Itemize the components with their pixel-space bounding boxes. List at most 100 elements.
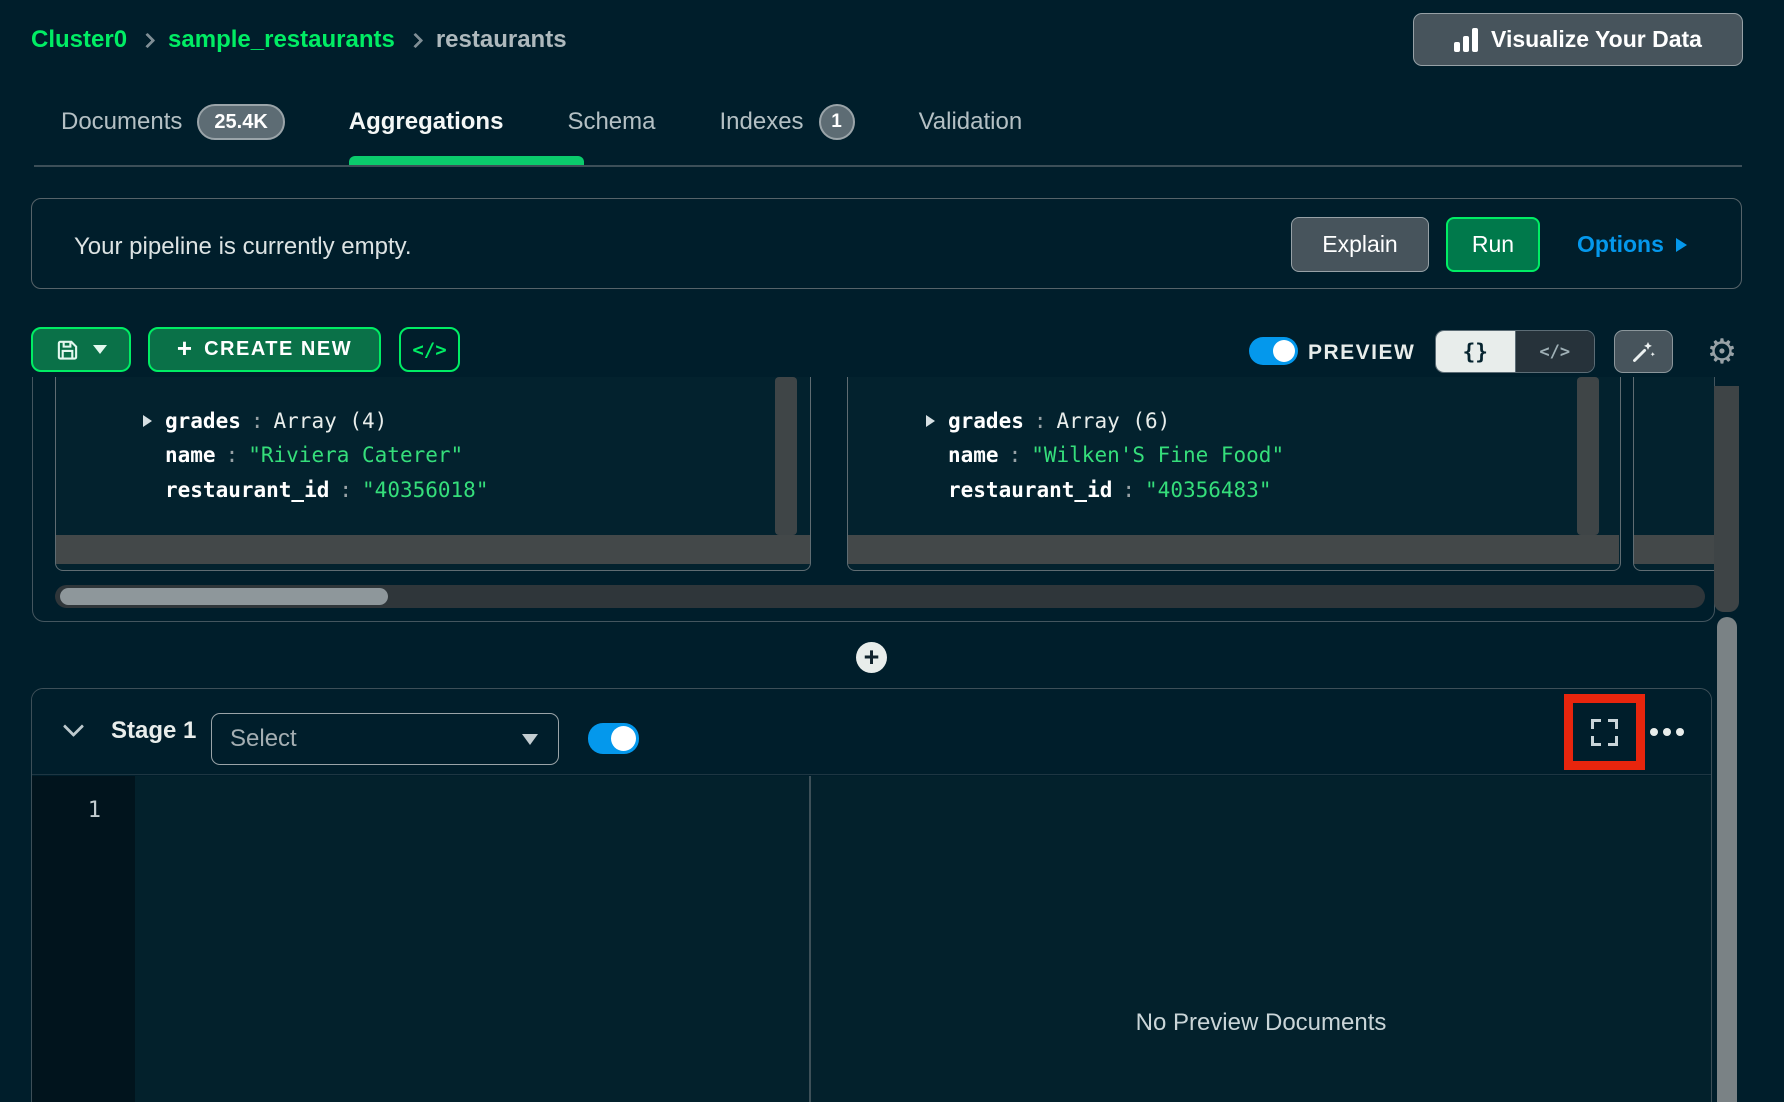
preview-toggle-label: PREVIEW <box>1308 341 1415 365</box>
visualize-button-label: Visualize Your Data <box>1491 26 1702 53</box>
page-scrollbar-thumb[interactable] <box>1717 617 1737 1102</box>
expand-arrow-icon[interactable] <box>926 415 935 427</box>
field-key: name <box>165 443 216 467</box>
chevron-down-icon <box>522 734 538 745</box>
horizontal-scrollbar-thumb[interactable] <box>60 588 388 605</box>
no-preview-documents-message: No Preview Documents <box>811 1009 1711 1037</box>
field-value: "Wilken'S Fine Food" <box>1031 443 1284 467</box>
options-label: Options <box>1577 231 1664 258</box>
card-footer <box>1634 535 1715 564</box>
collapse-stage-chevron-icon[interactable] <box>65 719 82 736</box>
field-separator: : <box>1009 443 1022 467</box>
chevron-down-icon <box>93 345 107 354</box>
pipeline-preview-area: grades : Array (4) name : "Riviera Cater… <box>32 377 1715 622</box>
add-stage-button[interactable]: + <box>856 642 887 673</box>
line-number: 1 <box>88 798 101 823</box>
export-to-language-button[interactable]: </> <box>399 327 460 372</box>
tab-documents-label: Documents <box>61 108 182 136</box>
fullscreen-button[interactable] <box>1591 719 1618 746</box>
documents-count-badge: 25.4K <box>197 104 284 140</box>
chevron-right-icon <box>408 32 424 48</box>
tab-validation[interactable]: Validation <box>919 108 1023 136</box>
stage-operator-select[interactable]: Select <box>211 713 559 765</box>
tab-indexes[interactable]: Indexes 1 <box>720 104 855 140</box>
field-separator: : <box>1034 409 1047 433</box>
breadcrumb: Cluster0 sample_restaurants restaurants <box>31 20 567 60</box>
tab-schema[interactable]: Schema <box>567 108 655 136</box>
document-field-row: restaurant_id : "40356483" <box>948 476 1271 504</box>
triangle-right-icon <box>1676 238 1687 252</box>
card-scrollbar[interactable] <box>775 377 797 535</box>
field-separator: : <box>251 409 264 433</box>
preview-toggle[interactable] <box>1249 337 1298 365</box>
card-footer <box>56 535 810 564</box>
builder-view-button[interactable]: {} <box>1436 331 1515 372</box>
collection-tabs: Documents 25.4K Aggregations Schema Inde… <box>61 97 1086 147</box>
gear-icon: ⚙ <box>1707 332 1737 372</box>
stage-enabled-toggle[interactable] <box>588 723 639 754</box>
tab-aggregations[interactable]: Aggregations <box>349 108 504 136</box>
stage-card: Stage 1 Select 1 No Preview Docum <box>31 688 1712 1102</box>
field-value: "Riviera Caterer" <box>248 443 463 467</box>
tab-aggregations-label: Aggregations <box>349 108 504 136</box>
clipped-card-scrollbar <box>1714 386 1739 612</box>
pipeline-empty-message: Your pipeline is currently empty. <box>74 233 412 261</box>
field-separator: : <box>1122 478 1135 502</box>
ai-wand-button[interactable] <box>1614 330 1673 373</box>
toggle-knob <box>611 726 636 751</box>
stage-code-input[interactable] <box>135 776 809 1102</box>
breadcrumb-cluster-link[interactable]: Cluster0 <box>31 26 127 54</box>
visualize-your-data-button[interactable]: Visualize Your Data <box>1413 13 1743 66</box>
toggle-knob <box>1273 340 1295 362</box>
field-value: Array (6) <box>1057 409 1171 433</box>
tab-indexes-label: Indexes <box>720 108 804 136</box>
editor-line-number-gutter: 1 <box>32 776 135 1102</box>
code-icon: </> <box>412 339 446 361</box>
tab-documents[interactable]: Documents 25.4K <box>61 104 285 140</box>
preview-mode-segmented-control: {} </> <box>1435 330 1595 373</box>
ellipsis-icon <box>1650 728 1658 736</box>
text-view-button[interactable]: </> <box>1515 331 1595 372</box>
field-key: name <box>948 443 999 467</box>
red-highlight-annotation <box>1564 694 1645 770</box>
create-new-button[interactable]: + CREATE NEW <box>148 327 381 372</box>
create-new-label: CREATE NEW <box>204 338 352 361</box>
plus-icon: + <box>864 644 880 671</box>
document-field-row: grades : Array (4) <box>143 407 387 435</box>
stage-title: Stage 1 <box>111 717 196 745</box>
magic-wand-icon <box>1630 338 1657 365</box>
options-button[interactable]: Options <box>1577 217 1687 272</box>
field-key: restaurant_id <box>165 478 329 502</box>
settings-button[interactable]: ⚙ <box>1700 330 1744 373</box>
breadcrumb-collection-current: restaurants <box>436 26 567 54</box>
save-icon <box>56 338 79 361</box>
stage-more-options-button[interactable] <box>1650 719 1696 745</box>
explain-button[interactable]: Explain <box>1291 217 1429 272</box>
document-field-row: restaurant_id : "40356018" <box>165 476 488 504</box>
tab-schema-label: Schema <box>567 108 655 136</box>
tabs-divider <box>34 165 1742 167</box>
field-key: restaurant_id <box>948 478 1112 502</box>
field-key: grades <box>948 409 1024 433</box>
stage-preview-pane: No Preview Documents <box>811 776 1711 1102</box>
field-value: "40356483" <box>1145 478 1271 502</box>
stage-operator-value: Select <box>230 725 297 753</box>
card-scrollbar[interactable] <box>1577 377 1599 535</box>
plus-icon: + <box>177 335 192 361</box>
chevron-right-icon <box>140 32 156 48</box>
field-separator: : <box>339 478 352 502</box>
expand-arrow-icon[interactable] <box>143 415 152 427</box>
bar-chart-icon <box>1454 28 1478 52</box>
stage-header: Stage 1 Select <box>32 689 1711 775</box>
stage-editor: 1 No Preview Documents <box>32 776 1711 1102</box>
field-value: "40356018" <box>362 478 488 502</box>
run-button[interactable]: Run <box>1446 217 1540 272</box>
tab-validation-label: Validation <box>919 108 1023 136</box>
save-pipeline-dropdown-button[interactable] <box>31 327 131 372</box>
field-value: Array (4) <box>274 409 388 433</box>
field-key: grades <box>165 409 241 433</box>
indexes-count-badge: 1 <box>819 104 855 140</box>
card-footer <box>848 535 1619 564</box>
aggregations-page: Cluster0 sample_restaurants restaurants … <box>0 0 1784 1102</box>
breadcrumb-database-link[interactable]: sample_restaurants <box>168 26 395 54</box>
